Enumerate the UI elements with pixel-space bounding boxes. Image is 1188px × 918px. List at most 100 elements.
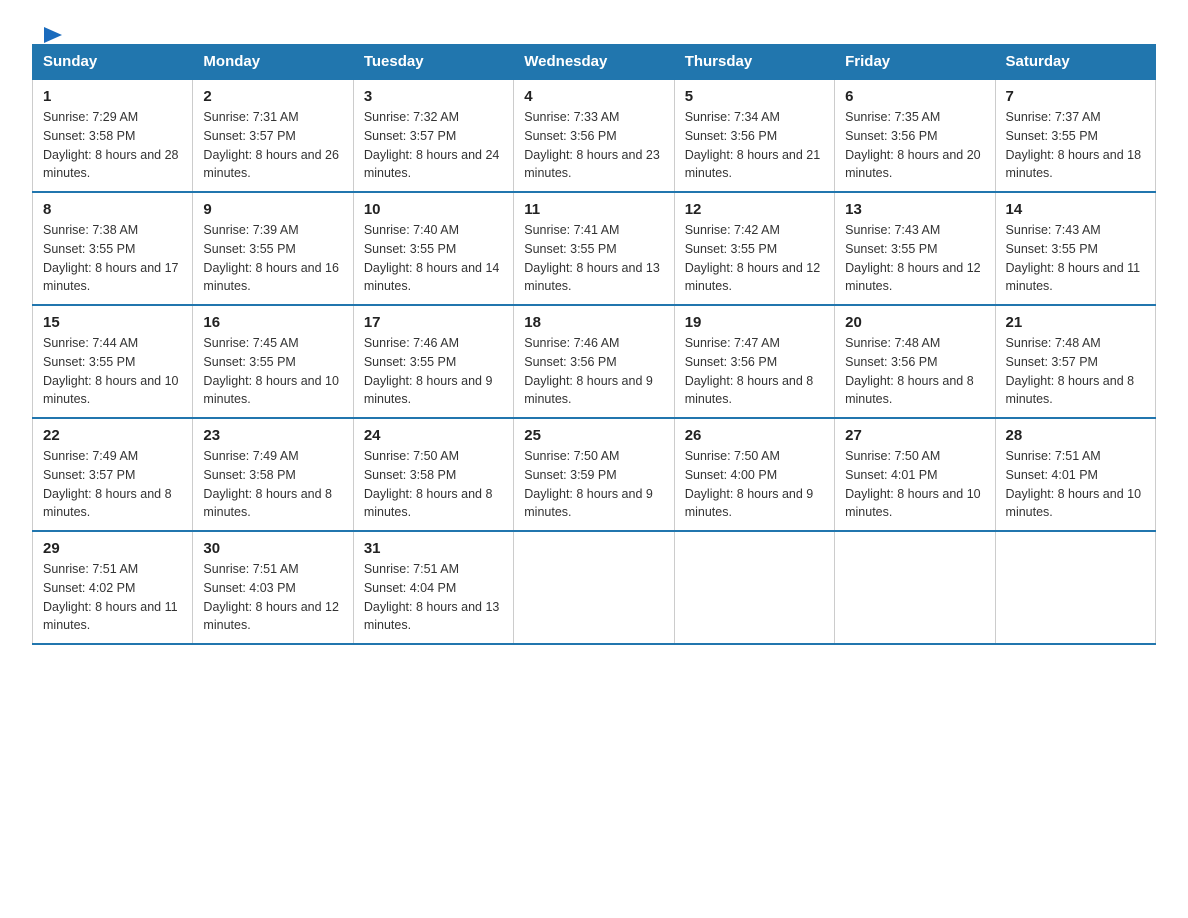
calendar-day-cell: 30 Sunrise: 7:51 AMSunset: 4:03 PMDaylig… — [193, 531, 353, 644]
day-info: Sunrise: 7:35 AMSunset: 3:56 PMDaylight:… — [845, 110, 981, 180]
day-info: Sunrise: 7:34 AMSunset: 3:56 PMDaylight:… — [685, 110, 821, 180]
calendar-week-row: 15 Sunrise: 7:44 AMSunset: 3:55 PMDaylig… — [33, 305, 1156, 418]
calendar-day-cell: 14 Sunrise: 7:43 AMSunset: 3:55 PMDaylig… — [995, 192, 1155, 305]
calendar-day-cell: 22 Sunrise: 7:49 AMSunset: 3:57 PMDaylig… — [33, 418, 193, 531]
calendar-day-cell: 6 Sunrise: 7:35 AMSunset: 3:56 PMDayligh… — [835, 79, 995, 192]
day-info: Sunrise: 7:49 AMSunset: 3:57 PMDaylight:… — [43, 449, 172, 519]
day-info: Sunrise: 7:37 AMSunset: 3:55 PMDaylight:… — [1006, 110, 1142, 180]
day-number: 12 — [685, 201, 824, 218]
calendar-day-cell: 9 Sunrise: 7:39 AMSunset: 3:55 PMDayligh… — [193, 192, 353, 305]
calendar-day-header: Monday — [193, 45, 353, 80]
day-number: 20 — [845, 314, 984, 331]
calendar-day-cell: 20 Sunrise: 7:48 AMSunset: 3:56 PMDaylig… — [835, 305, 995, 418]
day-number: 2 — [203, 88, 342, 105]
day-number: 9 — [203, 201, 342, 218]
day-info: Sunrise: 7:50 AMSunset: 3:59 PMDaylight:… — [524, 449, 653, 519]
calendar-day-cell — [514, 531, 674, 644]
logo-triangle-icon — [44, 27, 62, 43]
calendar-day-cell: 11 Sunrise: 7:41 AMSunset: 3:55 PMDaylig… — [514, 192, 674, 305]
calendar-day-cell: 25 Sunrise: 7:50 AMSunset: 3:59 PMDaylig… — [514, 418, 674, 531]
calendar-day-header: Friday — [835, 45, 995, 80]
calendar-day-cell: 17 Sunrise: 7:46 AMSunset: 3:55 PMDaylig… — [353, 305, 513, 418]
calendar-day-cell: 2 Sunrise: 7:31 AMSunset: 3:57 PMDayligh… — [193, 79, 353, 192]
day-info: Sunrise: 7:32 AMSunset: 3:57 PMDaylight:… — [364, 110, 500, 180]
calendar-header-row: SundayMondayTuesdayWednesdayThursdayFrid… — [33, 45, 1156, 80]
day-info: Sunrise: 7:43 AMSunset: 3:55 PMDaylight:… — [845, 223, 981, 293]
calendar-day-cell: 5 Sunrise: 7:34 AMSunset: 3:56 PMDayligh… — [674, 79, 834, 192]
calendar-day-cell: 7 Sunrise: 7:37 AMSunset: 3:55 PMDayligh… — [995, 79, 1155, 192]
day-info: Sunrise: 7:51 AMSunset: 4:02 PMDaylight:… — [43, 562, 178, 632]
calendar-day-header: Sunday — [33, 45, 193, 80]
calendar-day-cell: 29 Sunrise: 7:51 AMSunset: 4:02 PMDaylig… — [33, 531, 193, 644]
calendar-day-cell: 1 Sunrise: 7:29 AMSunset: 3:58 PMDayligh… — [33, 79, 193, 192]
day-number: 21 — [1006, 314, 1145, 331]
day-info: Sunrise: 7:46 AMSunset: 3:55 PMDaylight:… — [364, 336, 493, 406]
page-header — [32, 24, 1156, 28]
calendar-day-header: Saturday — [995, 45, 1155, 80]
day-info: Sunrise: 7:48 AMSunset: 3:56 PMDaylight:… — [845, 336, 974, 406]
calendar-day-cell: 4 Sunrise: 7:33 AMSunset: 3:56 PMDayligh… — [514, 79, 674, 192]
day-number: 25 — [524, 427, 663, 444]
day-number: 22 — [43, 427, 182, 444]
calendar-week-row: 22 Sunrise: 7:49 AMSunset: 3:57 PMDaylig… — [33, 418, 1156, 531]
day-info: Sunrise: 7:39 AMSunset: 3:55 PMDaylight:… — [203, 223, 339, 293]
calendar-day-header: Thursday — [674, 45, 834, 80]
calendar-day-cell: 24 Sunrise: 7:50 AMSunset: 3:58 PMDaylig… — [353, 418, 513, 531]
day-info: Sunrise: 7:44 AMSunset: 3:55 PMDaylight:… — [43, 336, 179, 406]
day-info: Sunrise: 7:50 AMSunset: 4:01 PMDaylight:… — [845, 449, 981, 519]
day-number: 1 — [43, 88, 182, 105]
day-info: Sunrise: 7:50 AMSunset: 3:58 PMDaylight:… — [364, 449, 493, 519]
calendar-week-row: 8 Sunrise: 7:38 AMSunset: 3:55 PMDayligh… — [33, 192, 1156, 305]
day-info: Sunrise: 7:43 AMSunset: 3:55 PMDaylight:… — [1006, 223, 1141, 293]
day-number: 6 — [845, 88, 984, 105]
day-info: Sunrise: 7:45 AMSunset: 3:55 PMDaylight:… — [203, 336, 339, 406]
calendar-day-cell — [674, 531, 834, 644]
day-number: 18 — [524, 314, 663, 331]
calendar-day-cell: 15 Sunrise: 7:44 AMSunset: 3:55 PMDaylig… — [33, 305, 193, 418]
calendar-day-cell: 13 Sunrise: 7:43 AMSunset: 3:55 PMDaylig… — [835, 192, 995, 305]
calendar-day-cell — [995, 531, 1155, 644]
day-number: 3 — [364, 88, 503, 105]
day-info: Sunrise: 7:38 AMSunset: 3:55 PMDaylight:… — [43, 223, 179, 293]
day-number: 17 — [364, 314, 503, 331]
calendar-day-cell: 31 Sunrise: 7:51 AMSunset: 4:04 PMDaylig… — [353, 531, 513, 644]
day-number: 11 — [524, 201, 663, 218]
calendar-day-cell: 12 Sunrise: 7:42 AMSunset: 3:55 PMDaylig… — [674, 192, 834, 305]
day-info: Sunrise: 7:42 AMSunset: 3:55 PMDaylight:… — [685, 223, 821, 293]
day-number: 7 — [1006, 88, 1145, 105]
day-number: 5 — [685, 88, 824, 105]
day-number: 15 — [43, 314, 182, 331]
day-number: 23 — [203, 427, 342, 444]
day-number: 14 — [1006, 201, 1145, 218]
day-number: 8 — [43, 201, 182, 218]
calendar-day-cell: 19 Sunrise: 7:47 AMSunset: 3:56 PMDaylig… — [674, 305, 834, 418]
calendar-day-cell: 10 Sunrise: 7:40 AMSunset: 3:55 PMDaylig… — [353, 192, 513, 305]
day-info: Sunrise: 7:31 AMSunset: 3:57 PMDaylight:… — [203, 110, 339, 180]
calendar-day-cell — [835, 531, 995, 644]
calendar-day-header: Wednesday — [514, 45, 674, 80]
day-info: Sunrise: 7:46 AMSunset: 3:56 PMDaylight:… — [524, 336, 653, 406]
calendar-day-cell: 18 Sunrise: 7:46 AMSunset: 3:56 PMDaylig… — [514, 305, 674, 418]
day-number: 16 — [203, 314, 342, 331]
day-number: 30 — [203, 540, 342, 557]
calendar-table: SundayMondayTuesdayWednesdayThursdayFrid… — [32, 44, 1156, 645]
day-number: 26 — [685, 427, 824, 444]
day-number: 13 — [845, 201, 984, 218]
day-info: Sunrise: 7:50 AMSunset: 4:00 PMDaylight:… — [685, 449, 814, 519]
calendar-week-row: 1 Sunrise: 7:29 AMSunset: 3:58 PMDayligh… — [33, 79, 1156, 192]
calendar-day-cell: 26 Sunrise: 7:50 AMSunset: 4:00 PMDaylig… — [674, 418, 834, 531]
day-number: 27 — [845, 427, 984, 444]
day-info: Sunrise: 7:29 AMSunset: 3:58 PMDaylight:… — [43, 110, 179, 180]
day-info: Sunrise: 7:49 AMSunset: 3:58 PMDaylight:… — [203, 449, 332, 519]
calendar-day-header: Tuesday — [353, 45, 513, 80]
day-info: Sunrise: 7:48 AMSunset: 3:57 PMDaylight:… — [1006, 336, 1135, 406]
day-info: Sunrise: 7:41 AMSunset: 3:55 PMDaylight:… — [524, 223, 660, 293]
calendar-day-cell: 23 Sunrise: 7:49 AMSunset: 3:58 PMDaylig… — [193, 418, 353, 531]
day-info: Sunrise: 7:40 AMSunset: 3:55 PMDaylight:… — [364, 223, 500, 293]
day-info: Sunrise: 7:51 AMSunset: 4:03 PMDaylight:… — [203, 562, 339, 632]
calendar-week-row: 29 Sunrise: 7:51 AMSunset: 4:02 PMDaylig… — [33, 531, 1156, 644]
day-info: Sunrise: 7:33 AMSunset: 3:56 PMDaylight:… — [524, 110, 660, 180]
day-info: Sunrise: 7:51 AMSunset: 4:01 PMDaylight:… — [1006, 449, 1142, 519]
day-info: Sunrise: 7:47 AMSunset: 3:56 PMDaylight:… — [685, 336, 814, 406]
calendar-day-cell: 21 Sunrise: 7:48 AMSunset: 3:57 PMDaylig… — [995, 305, 1155, 418]
